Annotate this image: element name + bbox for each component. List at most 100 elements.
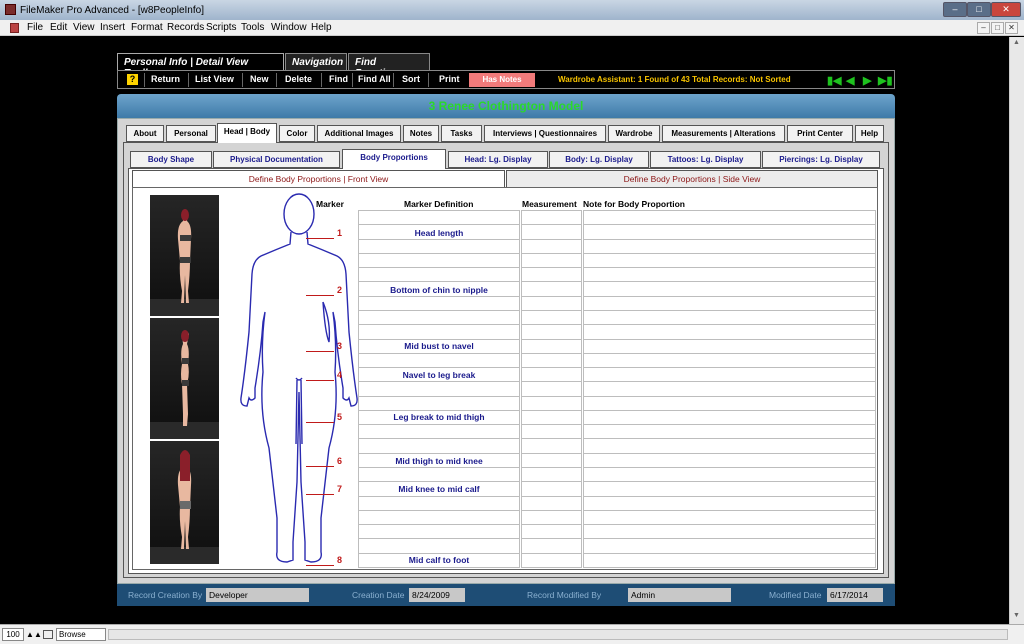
mdi-restore-icon[interactable]: □ <box>991 22 1004 34</box>
new-button[interactable]: New <box>250 74 269 84</box>
note-cell[interactable] <box>583 252 876 269</box>
measurement-cell[interactable] <box>521 381 582 397</box>
minimize-window-icon[interactable]: – <box>943 2 967 17</box>
delete-button[interactable]: Delete <box>285 74 312 84</box>
measurement-cell[interactable] <box>521 495 582 511</box>
sort-button[interactable]: Sort <box>402 74 420 84</box>
menu-view[interactable]: View <box>73 22 95 33</box>
menu-tools[interactable]: Tools <box>241 22 264 33</box>
menu-scripts[interactable]: Scripts <box>206 22 237 33</box>
note-cell[interactable] <box>583 224 876 240</box>
previous-record-icon[interactable]: ◀ <box>846 74 854 87</box>
tab-measurements-alterations[interactable]: Measurements | Alterations <box>662 125 785 142</box>
close-window-icon[interactable]: ✕ <box>991 2 1021 17</box>
measurement-cell[interactable] <box>521 367 582 383</box>
zoom-out-icon[interactable]: ▲ <box>26 630 34 639</box>
maximize-window-icon[interactable]: □ <box>967 2 991 17</box>
measurement-cell[interactable] <box>521 452 582 469</box>
note-cell[interactable] <box>583 481 876 497</box>
tab-about[interactable]: About <box>126 125 164 142</box>
tab-tattoos-lg-display[interactable]: Tattoos: Lg. Display <box>650 151 761 168</box>
note-cell[interactable] <box>583 338 876 354</box>
find-button[interactable]: Find <box>329 74 348 84</box>
modified-date-field[interactable]: 6/17/2014 <box>827 588 883 602</box>
note-cell[interactable] <box>583 409 876 426</box>
note-cell[interactable] <box>583 452 876 469</box>
measurement-cell[interactable] <box>521 524 582 540</box>
scroll-up-icon[interactable]: ▲ <box>1013 39 1020 46</box>
tab-notes[interactable]: Notes <box>403 125 439 142</box>
mode-select[interactable]: Browse <box>56 628 106 641</box>
vertical-scrollbar[interactable]: ▲ ▼ <box>1009 37 1024 624</box>
tab-body-lg-display[interactable]: Body: Lg. Display <box>549 151 649 168</box>
measurement-cell[interactable] <box>521 538 582 554</box>
measurement-cell[interactable] <box>521 467 582 483</box>
measurement-cell[interactable] <box>521 438 582 454</box>
measurement-cell[interactable] <box>521 267 582 283</box>
creation-by-field[interactable]: Developer <box>206 588 309 602</box>
tab-personal[interactable]: Personal <box>166 125 216 142</box>
note-cell[interactable] <box>583 538 876 554</box>
toggle-toolbar-icon[interactable] <box>43 630 53 639</box>
measurement-cell[interactable] <box>521 295 582 311</box>
note-cell[interactable] <box>583 238 876 254</box>
zoom-in-icon[interactable]: ▲ <box>34 630 42 639</box>
tab-body-proportions[interactable]: Body Proportions <box>342 149 446 169</box>
measurement-cell[interactable] <box>521 552 582 568</box>
note-cell[interactable] <box>583 367 876 383</box>
tab-side-view[interactable]: Define Body Proportions | Side View <box>506 170 878 188</box>
note-cell[interactable] <box>583 267 876 283</box>
measurement-cell[interactable] <box>521 309 582 326</box>
next-record-icon[interactable]: ▶ <box>863 74 871 87</box>
measurement-cell[interactable] <box>521 338 582 354</box>
tab-find-functions[interactable]: Find Functions <box>348 53 430 79</box>
measurement-cell[interactable] <box>521 252 582 269</box>
tab-head-body[interactable]: Head | Body <box>217 123 277 143</box>
last-record-icon[interactable]: ▶▮ <box>878 74 893 87</box>
measurement-cell[interactable] <box>521 395 582 411</box>
tab-body-shape[interactable]: Body Shape <box>130 151 212 168</box>
note-cell[interactable] <box>583 324 876 340</box>
note-cell[interactable] <box>583 281 876 297</box>
measurement-cell[interactable] <box>521 424 582 440</box>
menu-edit[interactable]: Edit <box>50 22 67 33</box>
print-button[interactable]: Print <box>439 74 460 84</box>
menu-file[interactable]: File <box>27 22 43 33</box>
measurement-cell[interactable] <box>521 481 582 497</box>
measurement-cell[interactable] <box>521 409 582 426</box>
note-cell[interactable] <box>583 395 876 411</box>
note-cell[interactable] <box>583 467 876 483</box>
note-cell[interactable] <box>583 438 876 454</box>
note-cell[interactable] <box>583 381 876 397</box>
tab-front-view[interactable]: Define Body Proportions | Front View <box>132 170 505 188</box>
tab-personal-info-toolbar[interactable]: Personal Info | Detail View Toolbar <box>117 53 284 79</box>
menu-format[interactable]: Format <box>131 22 163 33</box>
measurement-cell[interactable] <box>521 238 582 254</box>
note-cell[interactable] <box>583 295 876 311</box>
menu-window[interactable]: Window <box>271 22 307 33</box>
creation-date-field[interactable]: 8/24/2009 <box>409 588 465 602</box>
find-all-button[interactable]: Find All <box>358 74 391 84</box>
tab-help[interactable]: Help <box>855 125 884 142</box>
first-record-icon[interactable]: ▮◀ <box>827 74 842 87</box>
return-button[interactable]: Return <box>151 74 180 84</box>
note-cell[interactable] <box>583 424 876 440</box>
measurement-cell[interactable] <box>521 324 582 340</box>
measurement-cell[interactable] <box>521 352 582 369</box>
help-icon[interactable]: ? <box>127 74 138 85</box>
note-cell[interactable] <box>583 309 876 326</box>
note-cell[interactable] <box>583 210 876 226</box>
tab-tasks[interactable]: Tasks <box>441 125 482 142</box>
measurement-cell[interactable] <box>521 210 582 226</box>
tab-color[interactable]: Color <box>279 125 315 142</box>
mdi-close-icon[interactable]: ✕ <box>1005 22 1018 34</box>
measurement-cell[interactable] <box>521 509 582 526</box>
note-cell[interactable] <box>583 495 876 511</box>
measurement-cell[interactable] <box>521 281 582 297</box>
tab-additional-images[interactable]: Additional Images <box>317 125 401 142</box>
scroll-down-icon[interactable]: ▼ <box>1013 612 1020 619</box>
list-view-button[interactable]: List View <box>195 74 234 84</box>
note-cell[interactable] <box>583 509 876 526</box>
note-cell[interactable] <box>583 352 876 369</box>
note-cell[interactable] <box>583 552 876 568</box>
